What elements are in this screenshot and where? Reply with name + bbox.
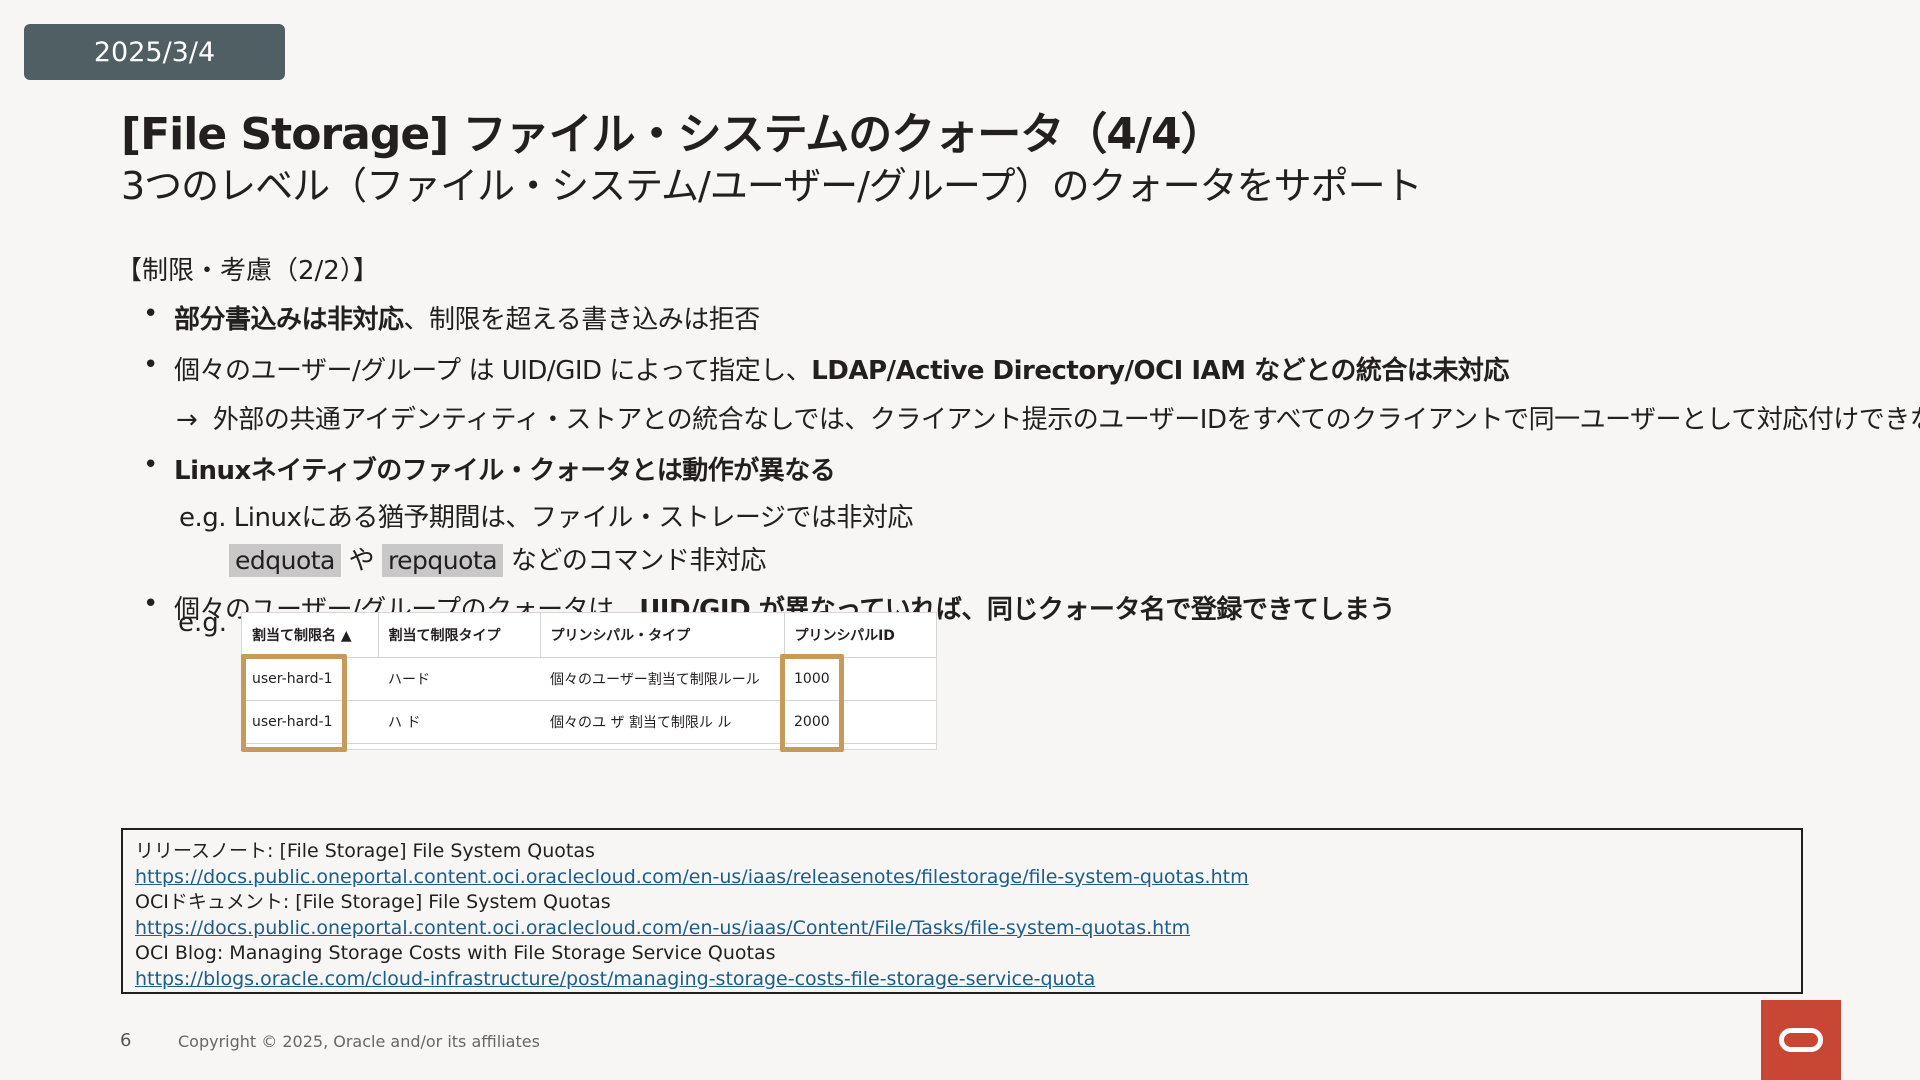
bullet-dot: • [143, 350, 158, 380]
example-label: e.g. [178, 608, 228, 638]
bullet-dot: • [143, 299, 158, 329]
slide-title: [File Storage] ファイル・システムのクォータ（4/4） [121, 109, 1225, 160]
bullet-text: 個々のユーザー/グループ は UID/GID によって指定し、 [174, 356, 812, 386]
blog-label: OCI Blog: Managing Storage Costs with Fi… [135, 942, 776, 964]
copyright-text: Copyright © 2025, Oracle and/or its affi… [178, 1032, 540, 1051]
bullet-text: 、制限を超える書き込みは拒否 [403, 305, 761, 335]
page-number: 6 [120, 1030, 132, 1051]
bullet-bold-text: 部分書込みは非対応 [174, 305, 404, 335]
release-notes-label: リリースノート: [File Storage] File System Quot… [135, 840, 595, 862]
docs-link[interactable]: https://docs.public.oneportal.content.oc… [135, 917, 1190, 939]
cell-quota-type: ハード [378, 657, 540, 701]
bullet-uid-gid: • 個々のユーザー/グループ は UID/GID によって指定し、LDAP/Ac… [116, 350, 1876, 387]
bullet-partial-write: • 部分書込みは非対応、制限を超える書き込みは拒否 [116, 299, 1876, 336]
commands-note: などのコマンド非対応 [510, 546, 767, 576]
table-header-row: 割当て制限名 ▲ 割当て制限タイプ プリンシパル・タイプ プリンシパルID [242, 613, 937, 658]
bullet-dot: • [143, 450, 158, 480]
arrow-note: → 外部の共通アイデンティティ・ストアとの統合なしでは、クライアント提示のユーザ… [116, 399, 1920, 436]
bullet-linux-native: • Linuxネイティブのファイル・クォータとは動作が異なる [116, 450, 1876, 487]
date-badge: 2025/3/4 [24, 24, 285, 80]
oracle-logo [1761, 1000, 1841, 1080]
highlight-quota-name-column [241, 654, 347, 752]
arrow-note-text: 外部の共通アイデンティティ・ストアとの統合なしでは、クライアント提示のユーザーI… [212, 405, 1920, 435]
code-repquota: repquota [381, 544, 504, 577]
bullet-bold-text: Linuxネイティブのファイル・クォータとは動作が異なる [174, 456, 836, 486]
arrow-icon: → [176, 405, 198, 435]
slide-subtitle: 3つのレベル（ファイル・システム/ユーザー/グループ）のクォータをサポート [121, 164, 1423, 208]
slide-content: 【制限・考慮（2/2）】 • 部分書込みは非対応、制限を超える書き込みは拒否 •… [116, 250, 1920, 640]
bullet-dot: • [143, 589, 158, 619]
cell-principal-type: 個々のユーザー割当て制限ルール [540, 657, 784, 701]
highlight-principal-id-column [780, 654, 844, 752]
column-header-principal-type: プリンシパル・タイプ [540, 613, 785, 658]
column-header-quota-name: 割当て制限名 ▲ [242, 613, 379, 658]
release-notes-link[interactable]: https://docs.public.oneportal.content.oc… [135, 866, 1249, 888]
section-heading: 【制限・考慮（2/2）】 [116, 256, 379, 286]
blog-link[interactable]: https://blogs.oracle.com/cloud-infrastru… [135, 968, 1095, 990]
cell-quota-type: ハ ド [378, 700, 540, 744]
column-header-principal-id: プリンシパルID [784, 613, 937, 658]
example-grace-period: e.g. Linuxにある猶予期間は、ファイル・ストレージでは非対応 [179, 503, 913, 533]
docs-label: OCIドキュメント: [File Storage] File System Qu… [135, 891, 611, 913]
oracle-logo-icon [1779, 1028, 1823, 1052]
column-header-quota-type: 割当て制限タイプ [378, 613, 541, 658]
references-box: リリースノート: [File Storage] File System Quot… [121, 828, 1803, 994]
cell-principal-type: 個々のユ ザ 割当て制限ル ル [540, 700, 784, 744]
code-edquota: edquota [229, 544, 341, 577]
date-text: 2025/3/4 [93, 36, 216, 68]
conjunction-text: や [348, 546, 375, 576]
example-commands: edquota や repquota などのコマンド非対応 [116, 540, 1876, 577]
bullet-bold-text: LDAP/Active Directory/OCI IAM などとの統合は未対応 [811, 356, 1509, 386]
